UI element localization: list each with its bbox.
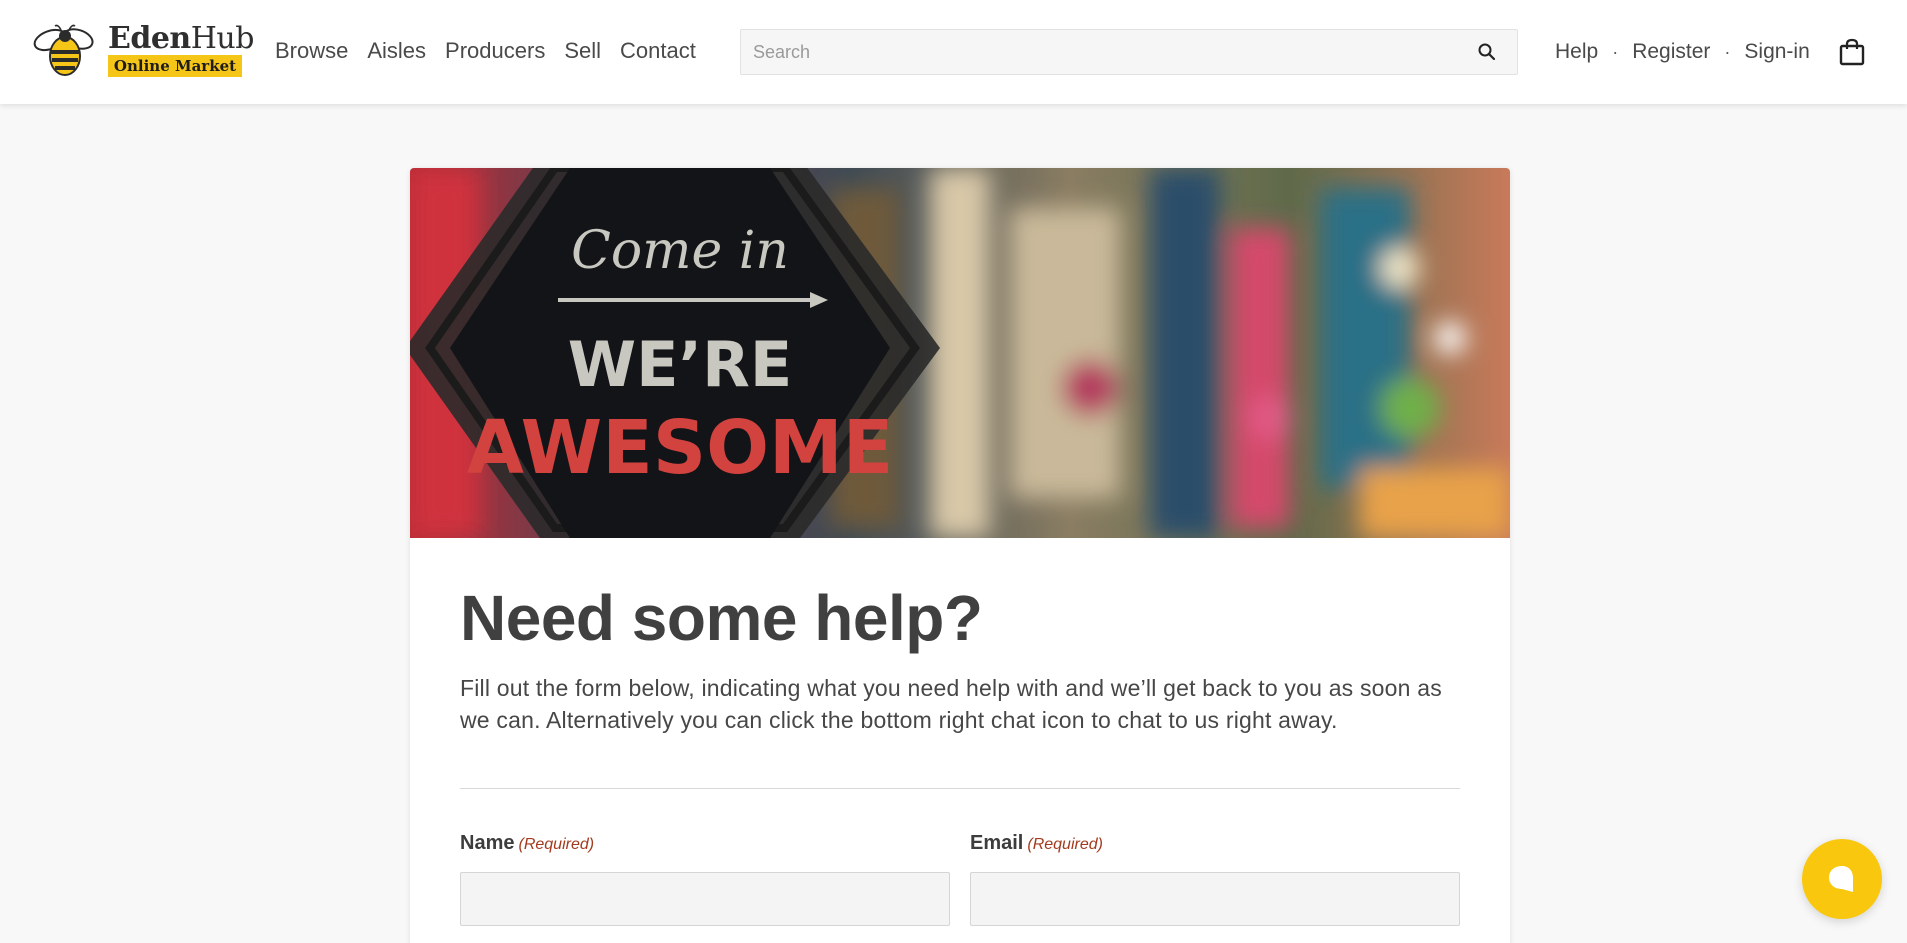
- separator-dot: ·: [1724, 41, 1731, 62]
- email-required-note: (Required): [1027, 836, 1103, 853]
- help-link[interactable]: Help: [1555, 40, 1598, 64]
- brand-name-bold: Eden: [108, 21, 191, 56]
- page-title: Need some help?: [460, 582, 983, 654]
- bee-icon: [33, 24, 94, 76]
- hero-photo: Come in WE’RE AWESOME: [410, 168, 1510, 538]
- user-links: Help · Register · Sign-in: [1555, 37, 1810, 67]
- brand-name: EdenHub: [108, 22, 254, 56]
- site-logo[interactable]: EdenHub Online Market: [28, 22, 254, 80]
- separator-dot: ·: [1612, 41, 1619, 62]
- shopping-bag-icon[interactable]: [1838, 38, 1866, 66]
- brand-tagline: Online Market: [108, 55, 242, 77]
- chat-button[interactable]: [1802, 839, 1882, 919]
- search-bar: [740, 29, 1518, 75]
- main-nav: Browse Aisles Producers Sell Contact: [275, 36, 715, 66]
- page-intro: Fill out the form below, indicating what…: [460, 675, 1442, 733]
- nav-producers[interactable]: Producers: [445, 36, 545, 66]
- email-label: Email (Required): [970, 832, 1103, 855]
- help-card: Come in WE’RE AWESOME Need some help? Fi…: [410, 168, 1510, 943]
- email-label-text: Email: [970, 832, 1024, 854]
- name-field[interactable]: [460, 872, 950, 926]
- nav-contact[interactable]: Contact: [620, 36, 696, 66]
- search-input[interactable]: [741, 30, 1461, 74]
- name-required-note: (Required): [518, 836, 595, 853]
- divider: [460, 788, 1460, 789]
- nav-aisles[interactable]: Aisles: [367, 36, 426, 66]
- nav-sell[interactable]: Sell: [564, 36, 601, 66]
- search-icon[interactable]: [1477, 42, 1497, 62]
- sign-line1-text: WE’RE: [568, 328, 792, 401]
- signin-link[interactable]: Sign-in: [1744, 40, 1809, 64]
- sign-script-text: Come in: [571, 221, 789, 281]
- chat-bubble-icon: [1829, 866, 1853, 892]
- brand-name-rest: Hub: [190, 21, 255, 56]
- sign-line2-text: AWESOME: [467, 405, 894, 491]
- register-link[interactable]: Register: [1632, 40, 1710, 64]
- hero-image: Come in WE’RE AWESOME: [410, 168, 1510, 538]
- site-header: EdenHub Online Market Browse Aisles Prod…: [0, 0, 1907, 104]
- nav-browse[interactable]: Browse: [275, 36, 348, 66]
- name-label-text: Name: [460, 832, 515, 854]
- name-label: Name (Required): [460, 832, 594, 855]
- email-field[interactable]: [970, 872, 1460, 926]
